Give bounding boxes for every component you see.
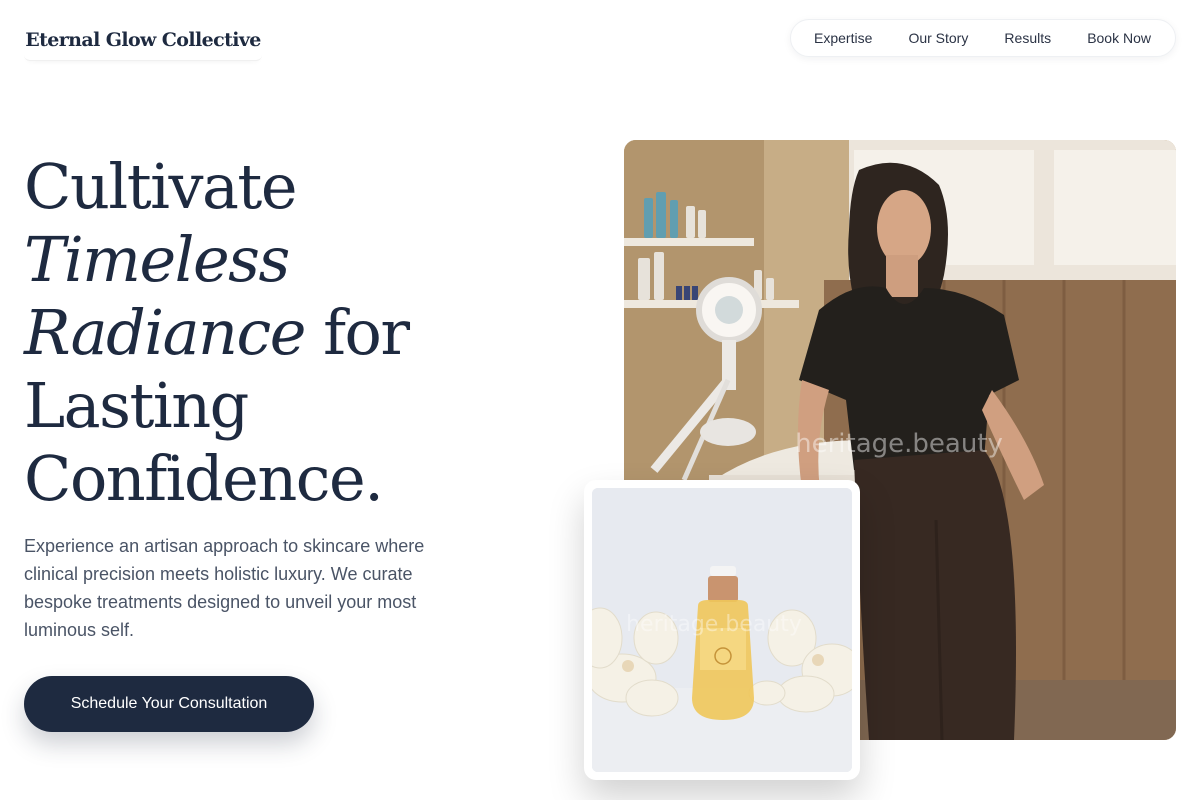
headline-italic-timeless: Timeless xyxy=(24,223,290,296)
hero-intro-text: Experience an artisan approach to skinca… xyxy=(24,536,425,640)
product-photo-serum: heritage.beauty xyxy=(592,488,852,772)
nav-link-expertise[interactable]: Expertise xyxy=(814,30,872,46)
headline-line-2: Timeless xyxy=(24,223,584,296)
headline-line-5: Confidence. xyxy=(24,442,384,515)
nav-link-results[interactable]: Results xyxy=(1004,30,1051,46)
product-watermark: heritage.beauty xyxy=(626,612,802,637)
schedule-consultation-button[interactable]: Schedule Your Consultation xyxy=(24,676,314,732)
nav-link-our-story[interactable]: Our Story xyxy=(908,30,968,46)
headline-word-for: for xyxy=(304,296,410,369)
headline-line-3: Radiance for xyxy=(24,296,584,369)
product-photo-card: heritage.beauty xyxy=(584,480,860,780)
headline-line-4: Lasting xyxy=(24,369,249,442)
main-nav: Expertise Our Story Results Book Now xyxy=(790,19,1176,57)
headline-line-1: Cultivate xyxy=(24,150,298,223)
brand-logo[interactable]: Eternal Glow Collective xyxy=(24,20,262,61)
hero-headline: Cultivate Timeless Radiance for Lasting … xyxy=(24,150,584,515)
hero-watermark: heritage.beauty xyxy=(795,429,1003,459)
nav-link-book-now[interactable]: Book Now xyxy=(1087,30,1151,46)
headline-italic-radiance: Radiance xyxy=(24,296,306,369)
